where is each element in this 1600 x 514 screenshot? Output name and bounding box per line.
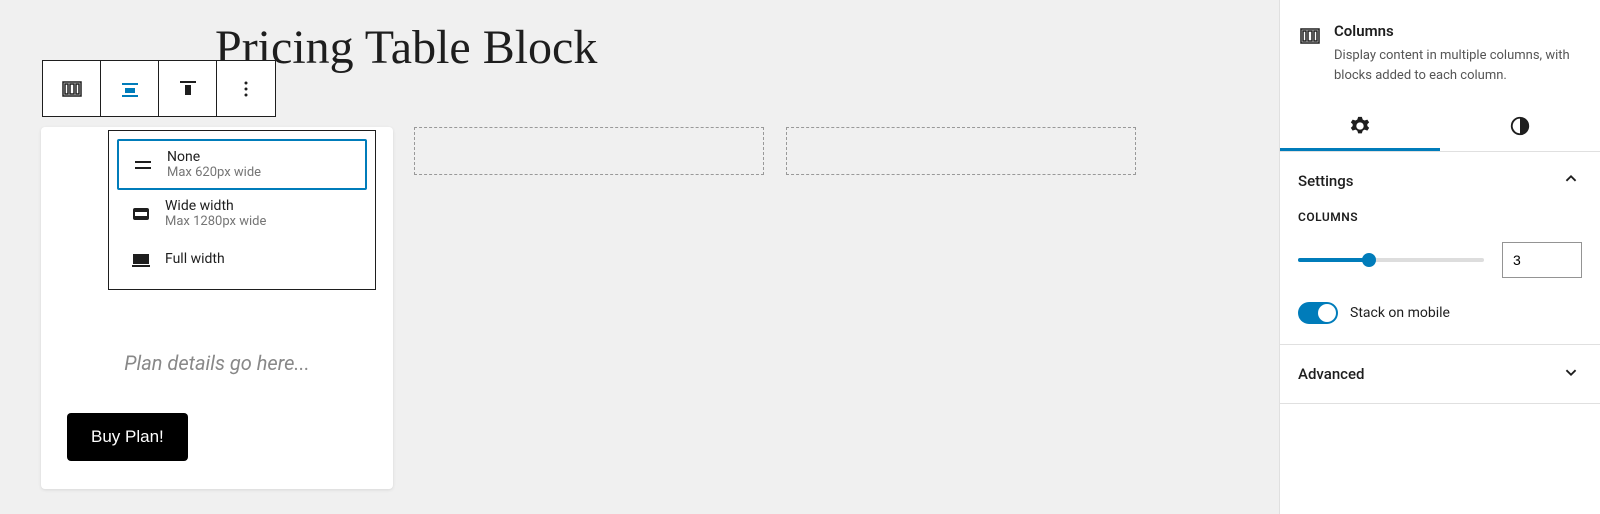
sidebar-block-description: Display content in multiple columns, wit…	[1334, 46, 1582, 85]
tab-settings[interactable]	[1280, 103, 1440, 151]
columns-value-input[interactable]	[1502, 242, 1582, 278]
plan-details-placeholder[interactable]: Plan details go here...	[124, 351, 309, 375]
slider-thumb[interactable]	[1362, 253, 1376, 267]
vertical-align-button[interactable]	[159, 61, 217, 116]
align-full-icon	[127, 245, 155, 273]
advanced-panel: Advanced	[1280, 345, 1600, 404]
align-button[interactable]	[101, 61, 159, 116]
align-wide-icon	[127, 200, 155, 228]
buy-plan-button[interactable]: Buy Plan!	[67, 413, 188, 461]
columns-icon	[60, 77, 84, 101]
tab-styles[interactable]	[1440, 103, 1600, 151]
alignment-dropdown: None Max 620px wide Wide width Max 1280p…	[108, 130, 376, 290]
align-option-label: Wide width	[165, 198, 266, 214]
advanced-panel-title: Advanced	[1298, 365, 1364, 383]
align-option-label: Full width	[165, 251, 225, 267]
settings-panel-header[interactable]: Settings	[1280, 152, 1600, 210]
align-option-label: None	[167, 149, 261, 165]
columns-icon	[1298, 24, 1322, 48]
columns-slider-row	[1298, 242, 1582, 278]
empty-column-2[interactable]	[414, 127, 764, 175]
settings-panel-title: Settings	[1298, 172, 1354, 190]
align-option-none[interactable]: None Max 620px wide	[117, 139, 367, 190]
more-options-button[interactable]	[217, 61, 275, 116]
stack-on-mobile-label: Stack on mobile	[1350, 305, 1450, 321]
stack-on-mobile-toggle[interactable]	[1298, 302, 1338, 324]
sidebar-block-header: Columns Display content in multiple colu…	[1280, 0, 1600, 85]
align-option-desc: Max 620px wide	[167, 165, 261, 180]
block-type-button[interactable]	[43, 61, 101, 116]
align-option-desc: Max 1280px wide	[165, 214, 266, 229]
columns-slider[interactable]	[1298, 258, 1484, 262]
more-vertical-icon	[234, 77, 258, 101]
align-center-icon	[118, 77, 142, 101]
empty-column-3[interactable]	[786, 127, 1136, 175]
sidebar-tabs	[1280, 103, 1600, 152]
chevron-up-icon	[1560, 168, 1582, 194]
align-option-wide[interactable]: Wide width Max 1280px wide	[117, 190, 367, 237]
editor-canvas: Pricing Table Block $99 Plan details go …	[0, 0, 1240, 514]
advanced-panel-header[interactable]: Advanced	[1280, 345, 1600, 403]
block-settings-sidebar: Columns Display content in multiple colu…	[1279, 0, 1600, 514]
sidebar-block-name: Columns	[1334, 22, 1582, 40]
columns-label: COLUMNS	[1298, 210, 1582, 224]
block-toolbar	[42, 60, 276, 117]
settings-panel: Settings COLUMNS Stack on mobile	[1280, 152, 1600, 345]
contrast-icon	[1509, 115, 1531, 137]
align-none-icon	[129, 151, 157, 179]
align-option-full[interactable]: Full width	[117, 237, 367, 281]
gear-icon	[1349, 115, 1371, 137]
chevron-down-icon	[1560, 361, 1582, 387]
stack-on-mobile-row: Stack on mobile	[1298, 302, 1582, 324]
vertical-align-top-icon	[176, 77, 200, 101]
